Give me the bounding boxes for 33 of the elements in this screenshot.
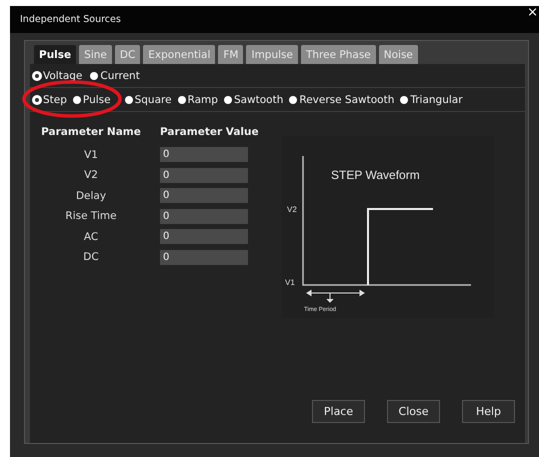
parameter-name: DC xyxy=(82,251,100,264)
column-header: Parameter Name xyxy=(40,126,142,138)
parameter-name: Delay xyxy=(74,190,108,202)
tab[interactable]: Pulse xyxy=(34,45,76,64)
radio-option[interactable]: Reverse Sawtooth xyxy=(289,94,394,106)
axis-label: V2 xyxy=(287,205,297,214)
diagram-title: STEP Waveform xyxy=(331,168,420,182)
radio-option[interactable]: Ramp xyxy=(178,94,218,106)
radio-option[interactable]: Voltage xyxy=(33,70,82,82)
axis-label: V1 xyxy=(285,278,295,287)
parameter-name: AC xyxy=(82,230,100,243)
radio-option[interactable]: Pulse xyxy=(72,94,111,106)
value-field[interactable]: 0 xyxy=(160,188,248,204)
dialog-button[interactable]: Close xyxy=(387,400,440,423)
column-header: Parameter Value xyxy=(160,126,260,138)
value-field[interactable]: 0 xyxy=(160,208,248,224)
radio-option[interactable]: Step xyxy=(33,94,67,106)
value-field[interactable]: 0 xyxy=(160,250,248,265)
period-arrow xyxy=(306,290,364,303)
dialog-button[interactable]: Place xyxy=(312,400,365,423)
parameter-name: V2 xyxy=(83,169,99,182)
dialog-button[interactable]: Help xyxy=(462,400,515,423)
radio-option[interactable]: Sawtooth xyxy=(224,94,284,106)
radio-option[interactable]: Square xyxy=(124,94,172,106)
radio-option[interactable]: Triangular xyxy=(400,94,463,106)
value-field[interactable]: 0 xyxy=(160,168,248,183)
close-button[interactable]: × xyxy=(527,5,539,20)
radio-option[interactable]: Current xyxy=(90,70,140,82)
window-title: Independent Sources xyxy=(20,14,121,25)
parameter-name: V1 xyxy=(83,148,99,161)
value-field[interactable]: 0 xyxy=(160,229,248,244)
parameter-name: Rise Time xyxy=(64,210,118,222)
value-field[interactable]: 0 xyxy=(160,147,248,162)
